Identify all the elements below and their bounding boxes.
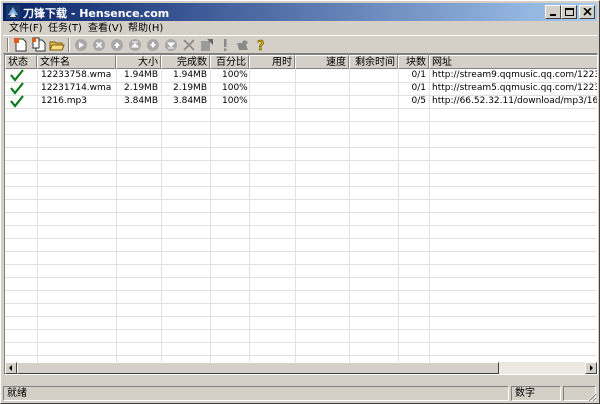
cell-done: 2.19MB xyxy=(173,83,207,93)
open-folder-icon xyxy=(49,41,65,51)
start-button[interactable] xyxy=(73,37,89,53)
cell-filename: 12233758.wma xyxy=(41,70,112,80)
move-top-icon xyxy=(129,39,141,51)
help-icon: ? xyxy=(257,39,265,53)
title-bar[interactable]: 刀锋下载 - Hensence.com xyxy=(3,3,597,21)
delete-icon xyxy=(183,39,195,51)
cell-url: http://stream9.qqmusic.qq.com/12233758.w xyxy=(432,70,597,80)
resize-grip-icon[interactable] xyxy=(585,390,597,402)
column-header-remaining[interactable]: 剩余时间 xyxy=(349,55,398,69)
delete-button[interactable] xyxy=(181,37,197,53)
maximize-icon xyxy=(565,8,574,16)
toolbar-grip xyxy=(7,38,9,52)
column-header-completed[interactable]: 完成数 xyxy=(161,55,210,69)
arrow-right-icon xyxy=(590,365,593,371)
alert-button[interactable] xyxy=(217,37,233,53)
horizontal-scrollbar[interactable] xyxy=(5,362,597,374)
move-down-button[interactable] xyxy=(145,37,161,53)
completed-check-icon xyxy=(10,69,24,82)
move-up-button[interactable] xyxy=(109,37,125,53)
start-icon xyxy=(75,39,87,51)
completed-check-icon xyxy=(10,95,24,108)
menu-task[interactable]: 任务(T) xyxy=(45,22,85,36)
minimize-icon xyxy=(550,14,556,16)
batch-new-icon xyxy=(32,37,46,52)
cell-size: 1.94MB xyxy=(124,70,158,80)
new-task-icon xyxy=(14,38,27,52)
menu-bar: 文件(F) 任务(T) 查看(V) 帮助(H) xyxy=(3,22,597,36)
open-folder-button[interactable] xyxy=(49,37,65,53)
arrow-left-icon xyxy=(9,365,12,371)
move-down-icon xyxy=(147,39,159,51)
download-list[interactable]: 12233758.wma 1.94MB 1.94MB 100% 0/1 http… xyxy=(4,54,598,375)
menu-file[interactable]: 文件(F) xyxy=(6,22,46,36)
settings-icon xyxy=(237,40,248,50)
properties-button[interactable] xyxy=(199,37,215,53)
cell-filename: 12231714.wma xyxy=(41,83,112,93)
table-row[interactable]: 12233758.wma 1.94MB 1.94MB 100% 0/1 http… xyxy=(5,69,597,82)
cell-percent: 100% xyxy=(222,70,248,80)
toolbar: ? xyxy=(3,35,597,54)
status-num-lock: 数字 xyxy=(511,386,561,401)
alert-icon xyxy=(224,39,227,51)
completed-check-icon xyxy=(10,82,24,95)
table-row[interactable]: 12231714.wma 2.19MB 2.19MB 100% 0/1 http… xyxy=(5,82,597,95)
cell-done: 3.84MB xyxy=(173,96,207,106)
move-up-icon xyxy=(111,39,123,51)
column-header-blocks[interactable]: 块数 xyxy=(398,55,429,69)
close-button[interactable] xyxy=(579,5,595,19)
menu-view[interactable]: 查看(V) xyxy=(85,22,126,36)
column-header-size[interactable]: 大小 xyxy=(116,55,161,69)
column-header-elapsed[interactable]: 用时 xyxy=(249,55,295,69)
properties-icon xyxy=(201,39,213,51)
scroll-thumb[interactable] xyxy=(17,362,499,374)
cell-percent: 100% xyxy=(222,83,248,93)
cell-filename: 1216.mp3 xyxy=(41,96,87,106)
column-header-filename[interactable]: 文件名 xyxy=(37,55,116,69)
batch-new-button[interactable] xyxy=(31,37,47,53)
move-bottom-icon xyxy=(165,39,177,51)
menu-help[interactable]: 帮助(H) xyxy=(125,22,166,36)
main-window: 刀锋下载 - Hensence.com 文件(F) 任务(T) 查看(V) 帮助… xyxy=(0,0,600,404)
cell-done: 1.94MB xyxy=(173,70,207,80)
help-button[interactable]: ? xyxy=(253,37,269,53)
cell-percent: 100% xyxy=(222,96,248,106)
pause-icon xyxy=(93,39,105,51)
window-title: 刀锋下载 - Hensence.com xyxy=(23,7,170,20)
status-text: 就绪 xyxy=(3,386,509,401)
cell-blocks: 0/5 xyxy=(411,96,426,106)
new-task-button[interactable] xyxy=(13,37,29,53)
column-header-status[interactable]: 状态 xyxy=(5,55,37,69)
cell-blocks: 0/1 xyxy=(411,70,426,80)
cell-blocks: 0/1 xyxy=(411,83,426,93)
list-header: 状态 文件名 大小 完成数 百分比 用时 速度 剩余时间 块数 网址 xyxy=(5,55,597,69)
column-header-url[interactable]: 网址 xyxy=(429,55,597,69)
move-top-button[interactable] xyxy=(127,37,143,53)
close-icon xyxy=(583,8,592,16)
status-bar: 就绪 数字 xyxy=(3,386,597,402)
maximize-button[interactable] xyxy=(561,5,577,19)
cell-size: 3.84MB xyxy=(124,96,158,106)
scroll-right-button[interactable] xyxy=(585,362,597,374)
table-row[interactable]: 1216.mp3 3.84MB 3.84MB 100% 0/5 http://6… xyxy=(5,95,598,108)
minimize-button[interactable] xyxy=(545,5,561,19)
column-header-speed[interactable]: 速度 xyxy=(295,55,349,69)
column-header-percent[interactable]: 百分比 xyxy=(210,55,249,69)
cell-url: http://stream5.qqmusic.qq.com/12231714.w xyxy=(432,83,597,93)
list-rows: 12233758.wma 1.94MB 1.94MB 100% 0/1 http… xyxy=(5,69,598,362)
toolbar-separator xyxy=(68,38,70,52)
cell-url: http://66.52.32.11/download/mp3/1664781 xyxy=(432,96,598,106)
pause-button[interactable] xyxy=(91,37,107,53)
scroll-left-button[interactable] xyxy=(5,362,17,374)
svg-text:?: ? xyxy=(257,39,265,53)
move-bottom-button[interactable] xyxy=(163,37,179,53)
settings-button[interactable] xyxy=(235,37,251,53)
cell-size: 2.19MB xyxy=(124,83,158,93)
app-icon xyxy=(6,5,20,19)
